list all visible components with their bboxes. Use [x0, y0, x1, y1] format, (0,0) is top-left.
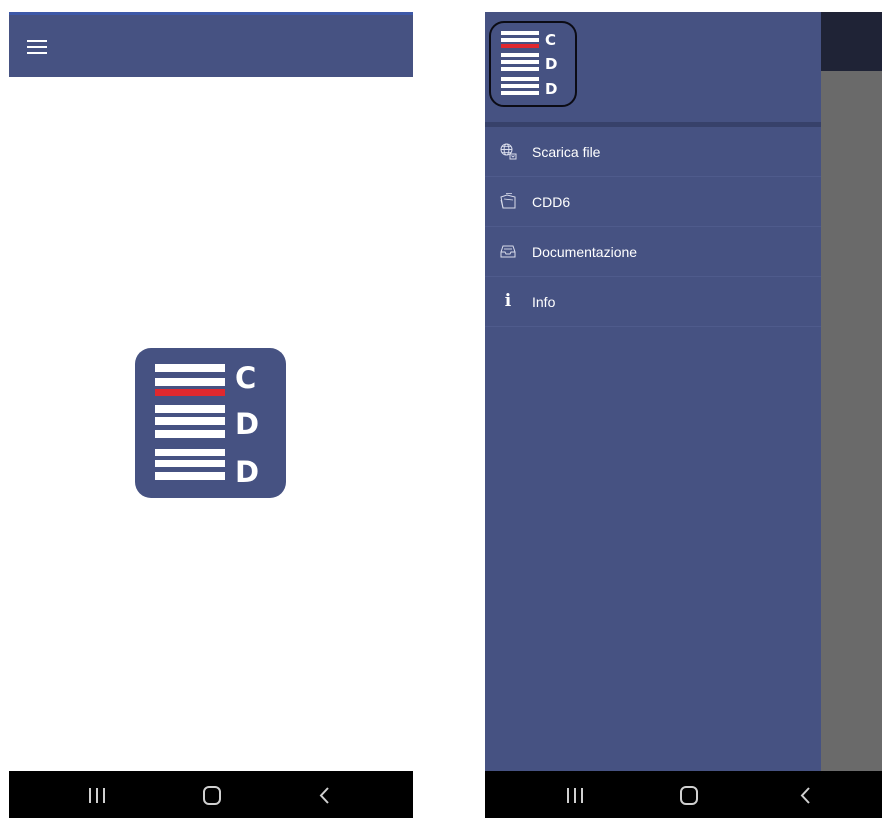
- drawer-logo-letter-c: C: [545, 31, 556, 49]
- recents-icon[interactable]: [67, 771, 127, 818]
- drawer-cdd-logo: C D D: [489, 21, 577, 107]
- inbox-tray-icon: [499, 242, 517, 260]
- back-icon[interactable]: [294, 771, 354, 818]
- logo-letter-d1: D: [235, 407, 259, 441]
- drawer-item-scarica-file[interactable]: Scarica file: [485, 127, 821, 177]
- drawer-item-cdd6[interactable]: CDD6: [485, 177, 821, 227]
- globe-download-icon: [499, 142, 517, 160]
- home-icon[interactable]: [659, 771, 719, 818]
- navigation-drawer: C D D Scarica file CDD6 Documentazione i…: [485, 12, 821, 771]
- hamburger-menu-icon[interactable]: [27, 40, 47, 54]
- info-icon: i: [504, 291, 512, 311]
- drawer-item-label: Documentazione: [532, 244, 638, 260]
- app-bar: [9, 12, 413, 77]
- logo-letter-d2: D: [235, 455, 259, 489]
- drawer-header: C D D: [485, 12, 821, 126]
- drawer-item-info[interactable]: i Info: [485, 277, 821, 327]
- drawer-logo-letter-d2: D: [545, 80, 557, 98]
- cdd-logo: C D D: [135, 348, 286, 498]
- drawer-logo-letter-d1: D: [545, 55, 557, 73]
- drawer-item-documentazione[interactable]: Documentazione: [485, 227, 821, 277]
- recents-icon[interactable]: [545, 771, 605, 818]
- back-icon[interactable]: [775, 771, 835, 818]
- folder-stack-icon: [499, 192, 517, 210]
- drawer-screen: C D D Scarica file CDD6 Documentazione i…: [485, 12, 882, 818]
- drawer-menu: Scarica file CDD6 Documentazione i Info: [485, 127, 821, 327]
- home-icon[interactable]: [182, 771, 242, 818]
- system-nav-bar: [485, 771, 882, 818]
- drawer-item-label: CDD6: [532, 194, 571, 210]
- drawer-item-label: Scarica file: [532, 144, 601, 160]
- logo-letter-c: C: [235, 361, 256, 395]
- home-screen: C D D: [9, 12, 413, 818]
- system-nav-bar: [9, 771, 413, 818]
- drawer-item-label: Info: [532, 294, 556, 310]
